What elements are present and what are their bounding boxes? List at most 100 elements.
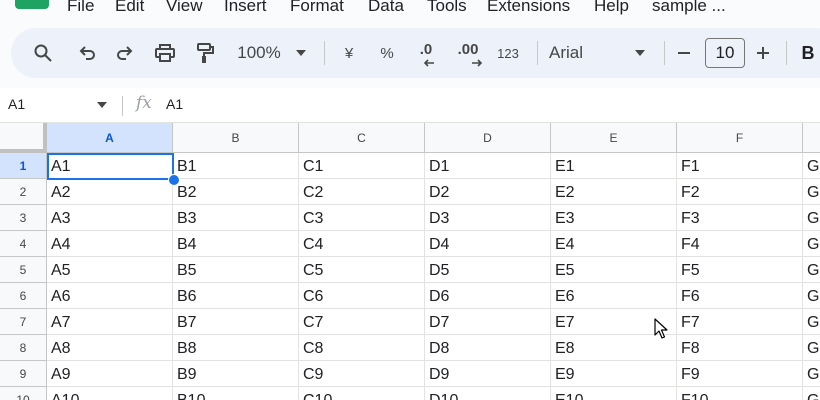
menu-extensions[interactable]: Extensions — [487, 0, 570, 16]
column-header[interactable]: C — [299, 123, 425, 153]
cell[interactable]: C4 — [299, 231, 425, 257]
cell[interactable]: F5 — [677, 257, 803, 283]
row-header[interactable]: 9 — [0, 361, 47, 387]
column-header[interactable] — [803, 123, 820, 153]
row-header[interactable]: 5 — [0, 257, 47, 283]
document-title[interactable]: sample ... — [652, 0, 726, 16]
font-select[interactable]: Arial — [549, 28, 659, 78]
row-header[interactable]: 10 — [0, 387, 47, 400]
cell[interactable]: D7 — [425, 309, 551, 335]
cell[interactable]: D8 — [425, 335, 551, 361]
cell[interactable]: B9 — [173, 361, 299, 387]
cell[interactable]: A2 — [47, 179, 173, 205]
cell[interactable]: G — [803, 387, 820, 400]
font-size-input[interactable]: 10 — [705, 38, 745, 68]
row-header[interactable]: 7 — [0, 309, 47, 335]
spreadsheet-grid[interactable]: A B C D E F 1 A1 B1 C1 D1 E1 F1 G 2 A2 B2 C2 D2 E2 F2 G 3 A3 B3 C… — [0, 123, 820, 400]
cell[interactable]: F2 — [677, 179, 803, 205]
caret-down-icon[interactable] — [97, 102, 107, 108]
cell[interactable]: B8 — [173, 335, 299, 361]
cell[interactable]: C6 — [299, 283, 425, 309]
bold-button[interactable]: B — [797, 28, 819, 78]
column-header[interactable]: B — [173, 123, 299, 153]
decrease-font-size-button[interactable] — [673, 28, 695, 78]
cell[interactable]: C10 — [299, 387, 425, 400]
cell[interactable]: E3 — [551, 205, 677, 231]
cell[interactable]: G — [803, 361, 820, 387]
cell[interactable]: G — [803, 231, 820, 257]
row-header[interactable]: 1 — [0, 153, 47, 179]
cell[interactable]: E1 — [551, 153, 677, 179]
cell[interactable]: F1 — [677, 153, 803, 179]
row-header[interactable]: 2 — [0, 179, 47, 205]
cell[interactable]: E2 — [551, 179, 677, 205]
cell[interactable]: A1 — [47, 153, 173, 179]
cell[interactable]: D6 — [425, 283, 551, 309]
cell[interactable]: A5 — [47, 257, 173, 283]
cell[interactable]: A7 — [47, 309, 173, 335]
cell[interactable]: F3 — [677, 205, 803, 231]
fill-handle[interactable] — [168, 174, 180, 186]
column-header[interactable]: D — [425, 123, 551, 153]
cell[interactable]: E5 — [551, 257, 677, 283]
name-box[interactable]: A1 — [8, 96, 25, 112]
cell[interactable]: B3 — [173, 205, 299, 231]
cell[interactable]: B5 — [173, 257, 299, 283]
row-header[interactable]: 3 — [0, 205, 47, 231]
cell[interactable]: G — [803, 335, 820, 361]
currency-format-button[interactable]: ¥ — [337, 28, 361, 78]
cell[interactable]: C7 — [299, 309, 425, 335]
menu-format[interactable]: Format — [290, 0, 344, 16]
cell[interactable]: E4 — [551, 231, 677, 257]
cell[interactable]: A8 — [47, 335, 173, 361]
cell[interactable]: F8 — [677, 335, 803, 361]
menu-help[interactable]: Help — [594, 0, 629, 16]
cell[interactable]: D10 — [425, 387, 551, 400]
cell[interactable]: B7 — [173, 309, 299, 335]
cell[interactable]: B6 — [173, 283, 299, 309]
cell[interactable]: G — [803, 309, 820, 335]
cell[interactable]: D2 — [425, 179, 551, 205]
cell[interactable]: G — [803, 153, 820, 179]
row-header[interactable]: 6 — [0, 283, 47, 309]
cell[interactable]: F6 — [677, 283, 803, 309]
cell[interactable]: D1 — [425, 153, 551, 179]
print-button[interactable] — [151, 28, 179, 78]
column-header[interactable]: E — [551, 123, 677, 153]
cell[interactable]: D4 — [425, 231, 551, 257]
sheets-logo-icon[interactable] — [15, 0, 49, 9]
cell[interactable]: F4 — [677, 231, 803, 257]
cell[interactable]: C5 — [299, 257, 425, 283]
cell[interactable]: G — [803, 257, 820, 283]
formula-input[interactable]: A1 — [166, 96, 183, 112]
cell[interactable]: A6 — [47, 283, 173, 309]
menu-view[interactable]: View — [166, 0, 203, 16]
cell[interactable]: A4 — [47, 231, 173, 257]
zoom-dropdown[interactable] — [293, 28, 309, 78]
cell[interactable]: D9 — [425, 361, 551, 387]
cell[interactable]: F7 — [677, 309, 803, 335]
cell[interactable]: E10 — [551, 387, 677, 400]
cell[interactable]: E6 — [551, 283, 677, 309]
row-header[interactable]: 8 — [0, 335, 47, 361]
cell[interactable]: A3 — [47, 205, 173, 231]
column-header[interactable]: F — [677, 123, 803, 153]
undo-button[interactable] — [73, 28, 101, 78]
cell[interactable]: G — [803, 179, 820, 205]
cell[interactable]: C8 — [299, 335, 425, 361]
cell[interactable]: B2 — [173, 179, 299, 205]
cell[interactable]: B1 — [173, 153, 299, 179]
select-all-corner[interactable] — [0, 123, 47, 153]
cell[interactable]: D5 — [425, 257, 551, 283]
menu-edit[interactable]: Edit — [115, 0, 144, 16]
redo-button[interactable] — [111, 28, 139, 78]
more-formats-button[interactable]: 123 — [493, 28, 523, 78]
menu-insert[interactable]: Insert — [224, 0, 267, 16]
cell[interactable]: A10 — [47, 387, 173, 400]
menu-tools[interactable]: Tools — [427, 0, 467, 16]
row-header[interactable]: 4 — [0, 231, 47, 257]
zoom-select[interactable]: 100% — [233, 28, 285, 78]
cell[interactable]: G — [803, 205, 820, 231]
cell[interactable]: C3 — [299, 205, 425, 231]
cell[interactable]: D3 — [425, 205, 551, 231]
